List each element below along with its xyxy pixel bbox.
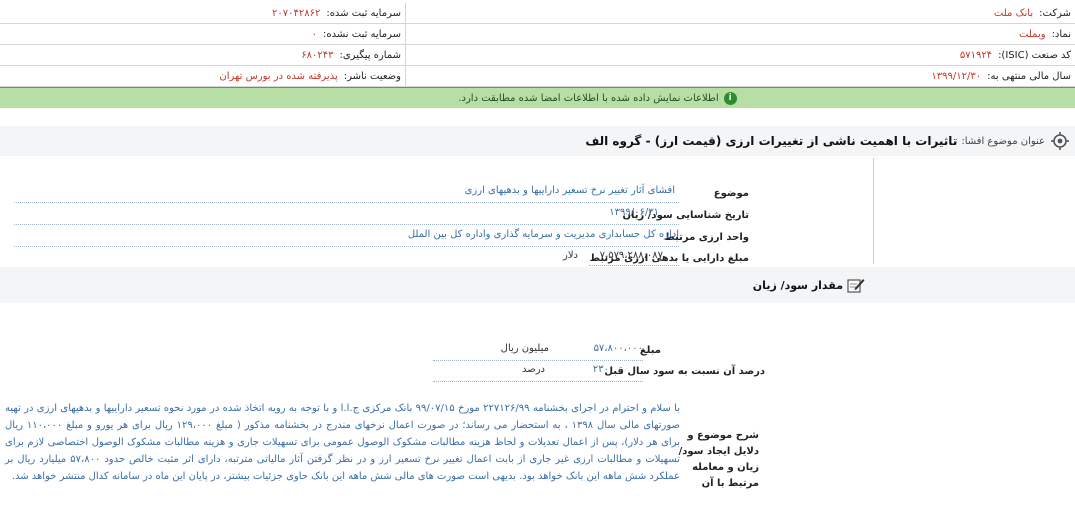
registered-capital-value: ۲۰۷۰۴۲۸۶۲ xyxy=(271,7,321,19)
divider xyxy=(433,360,643,361)
divider xyxy=(433,381,643,382)
company-value: بانک ملت xyxy=(993,7,1034,19)
percent-unit: درصد xyxy=(521,364,545,375)
isic-value: ۵۷۱۹۲۴ xyxy=(959,49,993,61)
fx-amount-value: ۷،۵۷۹،۲۸۸،۰۸۷ xyxy=(599,250,663,261)
info-row: سال مالی منتهی به: ۱۳۹۹/۱۲/۳۰ وضعیت ناشر… xyxy=(0,66,1075,87)
company-label: شرکت: xyxy=(1039,7,1071,19)
info-icon: i xyxy=(723,91,737,105)
isic-cell: کد صنعت (ISIC): ۵۷۱۹۲۴ xyxy=(405,45,1075,65)
percent-label: درصد آن نسبت به سود سال قبل xyxy=(604,366,765,377)
fiscal-year-cell: سال مالی منتهی به: ۱۳۹۹/۱۲/۳۰ xyxy=(405,66,1075,86)
fiscal-year-value: ۱۳۹۹/۱۲/۳۰ xyxy=(931,70,982,82)
unregistered-capital-label: سرمایه ثبت نشده: xyxy=(323,28,401,40)
company-cell: شرکت: بانک ملت xyxy=(405,3,1075,23)
edit-icon xyxy=(847,277,865,293)
profit-loss-section-header: مقدار سود/ زیان xyxy=(0,267,1075,303)
fx-amount-unit: دلار xyxy=(563,250,578,261)
symbol-value: وبملت xyxy=(1019,28,1046,40)
registered-capital-label: سرمایه ثبت شده: xyxy=(326,7,401,19)
page-title: تاثیرات با اهمیت ناشی از تغییرات ارزی (ق… xyxy=(585,134,958,148)
subject-value: افشای آثار تغییر نرخ تسعیر داراییها و بد… xyxy=(464,185,675,196)
divider xyxy=(14,246,679,247)
section-title: مقدار سود/ زیان xyxy=(752,278,843,292)
registered-capital-cell: سرمایه ثبت شده: ۲۰۷۰۴۲۸۶۲ xyxy=(0,3,405,23)
verification-notice: i اطلاعات نمایش داده شده با اطلاعات امضا… xyxy=(0,88,1075,108)
notice-content: i اطلاعات نمایش داده شده با اطلاعات امضا… xyxy=(458,91,737,105)
column-divider xyxy=(873,158,874,264)
info-row: شرکت: بانک ملت سرمایه ثبت شده: ۲۰۷۰۴۲۸۶۲ xyxy=(0,3,1075,24)
currency-unit-value: اداره کل حسابداری مدیریت و سرمایه گذاری … xyxy=(407,229,679,240)
description-text: با سلام و احترام در اجرای بخشنامه ۲۲۷۱۲۶… xyxy=(5,403,680,482)
divider xyxy=(14,202,679,203)
symbol-label: نماد: xyxy=(1051,28,1071,40)
info-row: نماد: وبملت سرمایه ثبت نشده: ۰ xyxy=(0,24,1075,45)
disclosure-title-bar: عنوان موضوع افشا: تاثیرات با اهمیت ناشی … xyxy=(0,126,1075,156)
publisher-status-value: پذیرفته شده در بورس تهران xyxy=(219,70,338,82)
tracking-number-cell: شماره پیگیری: ۶۸۰۲۴۳ xyxy=(0,45,405,65)
tracking-number-value: ۶۸۰۲۴۳ xyxy=(301,49,334,61)
fiscal-year-label: سال مالی منتهی به: xyxy=(987,70,1071,82)
divider xyxy=(14,224,679,225)
company-info-table: شرکت: بانک ملت سرمایه ثبت شده: ۲۰۷۰۴۲۸۶۲… xyxy=(0,3,1075,87)
subject-label: موضوع xyxy=(713,188,749,199)
title-label: عنوان موضوع افشا: xyxy=(961,135,1045,147)
description-label: شرح موضوع و دلایل ایجاد سود/ زیان و معام… xyxy=(678,430,759,489)
notice-text: اطلاعات نمایش داده شده با اطلاعات امضا ش… xyxy=(458,92,719,104)
unregistered-capital-value: ۰ xyxy=(311,28,318,40)
isic-label: کد صنعت (ISIC): xyxy=(998,49,1071,61)
target-icon xyxy=(1051,132,1069,150)
divider xyxy=(589,265,679,266)
publisher-status-cell: وضعیت ناشر: پذیرفته شده در بورس تهران xyxy=(0,66,405,86)
date-value: ۱۳۹۹/۰۶/۳۱ xyxy=(609,207,659,218)
publisher-status-label: وضعیت ناشر: xyxy=(343,70,401,82)
profit-amount-unit: میلیون ریال xyxy=(500,343,549,354)
tracking-number-label: شماره پیگیری: xyxy=(339,49,401,61)
symbol-cell: نماد: وبملت xyxy=(405,24,1075,44)
profit-amount-value: ۵۷،۸۰۰،۰۰۰ xyxy=(593,343,643,354)
unregistered-capital-cell: سرمایه ثبت نشده: ۰ xyxy=(0,24,405,44)
percent-value: ۲۳۰ xyxy=(592,364,609,375)
info-row: کد صنعت (ISIC): ۵۷۱۹۲۴ شماره پیگیری: ۶۸۰… xyxy=(0,45,1075,66)
